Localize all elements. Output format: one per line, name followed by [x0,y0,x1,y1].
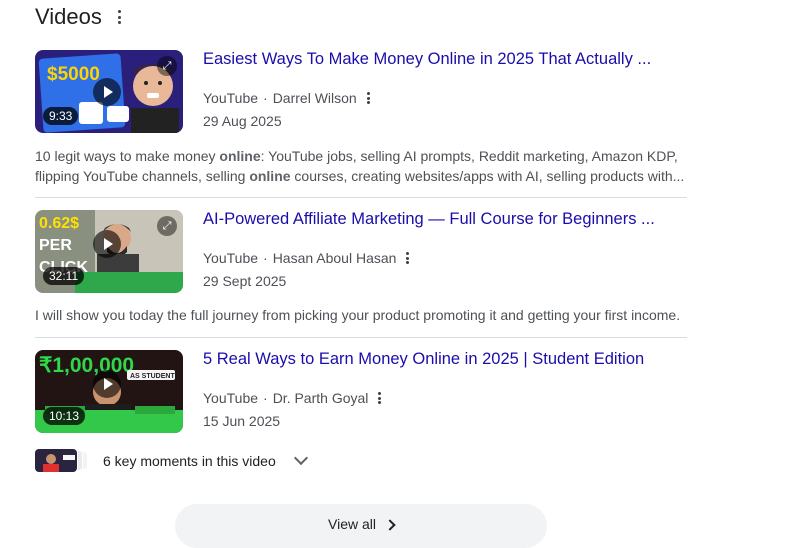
video-thumbnail[interactable]: 0.62$ PER CLICK ⤢ 32:11 [35,210,183,293]
video-date: 15 Jun 2025 [203,413,281,429]
video-result: ₹1,00,000 AS STUDENT 10:13 5 Real Ways t… [35,350,687,445]
play-icon [93,230,121,258]
snippet-text: 10 legit ways to make money [35,148,220,164]
expand-icon[interactable]: ⤢ [157,56,177,76]
thumbnail-stack [78,451,82,470]
video-title-link[interactable]: 5 Real Ways to Earn Money Online in 2025… [203,350,644,369]
meta-separator: · [263,390,268,406]
video-source: YouTube [203,250,259,266]
key-moments-toggle[interactable]: 6 key moments in this video [35,449,308,472]
video-thumbnail[interactable]: $5000 ⤢ 9:33 [35,50,183,133]
more-options-icon[interactable] [117,10,122,24]
expand-icon[interactable]: ⤢ [157,216,177,236]
key-moment-thumbnail [35,449,77,472]
video-source: YouTube [203,390,259,406]
video-meta: YouTube · Dr. Parth Goyal [203,390,382,406]
arrow-right-icon [384,519,396,531]
video-thumbnail[interactable]: ₹1,00,000 AS STUDENT 10:13 [35,350,183,433]
thumb-badge: AS STUDENT [130,373,175,380]
video-duration: 10:13 [43,407,86,425]
play-icon [93,370,121,398]
video-result: 0.62$ PER CLICK ⤢ 32:11 AI-Powered Affil… [35,210,687,325]
videos-header: Videos [35,4,122,30]
video-duration: 9:33 [43,107,79,125]
more-options-icon[interactable] [366,92,371,104]
snippet-highlight: online [219,148,261,164]
video-title-link[interactable]: Easiest Ways To Make Money Online in 202… [203,50,651,69]
divider [35,197,687,198]
more-options-icon[interactable] [406,252,410,264]
video-source: YouTube [203,90,259,106]
video-meta: YouTube · Darrel Wilson [203,90,371,106]
thumb-text: ₹1,00,000 [39,354,134,377]
thumb-text: PER [39,237,72,254]
video-date: 29 Aug 2025 [203,113,282,129]
thumbnail-stack [83,452,87,469]
video-channel: Hasan Aboul Hasan [272,250,397,266]
view-all-button[interactable]: View all [175,504,547,548]
video-date: 29 Sept 2025 [203,273,287,289]
play-icon [93,78,121,106]
chevron-down-icon [293,450,308,466]
snippet-highlight: online [249,168,291,184]
video-snippet: 10 legit ways to make money online: YouT… [35,146,687,186]
video-title-link[interactable]: AI-Powered Affiliate Marketing — Full Co… [203,210,655,229]
thumb-text: $5000 [47,64,100,85]
section-title: Videos [35,4,102,29]
divider [35,337,687,338]
video-snippet: I will show you today the full journey f… [35,307,681,323]
thumb-text: 0.62$ [39,215,79,232]
snippet-text: courses, creating websites/apps with AI,… [290,168,685,184]
video-result: $5000 ⤢ 9:33 Easiest Ways To Make Money … [35,50,687,190]
meta-separator: · [263,250,268,266]
video-duration: 32:11 [43,267,85,285]
video-channel: Dr. Parth Goyal [272,390,369,406]
view-all-label: View all [328,516,376,532]
thumbnail-image [35,449,77,472]
video-meta: YouTube · Hasan Aboul Hasan [203,250,410,266]
more-options-icon[interactable] [378,392,382,404]
key-moments-label: 6 key moments in this video [103,452,276,469]
meta-separator: · [263,90,268,106]
video-channel: Darrel Wilson [272,90,357,106]
